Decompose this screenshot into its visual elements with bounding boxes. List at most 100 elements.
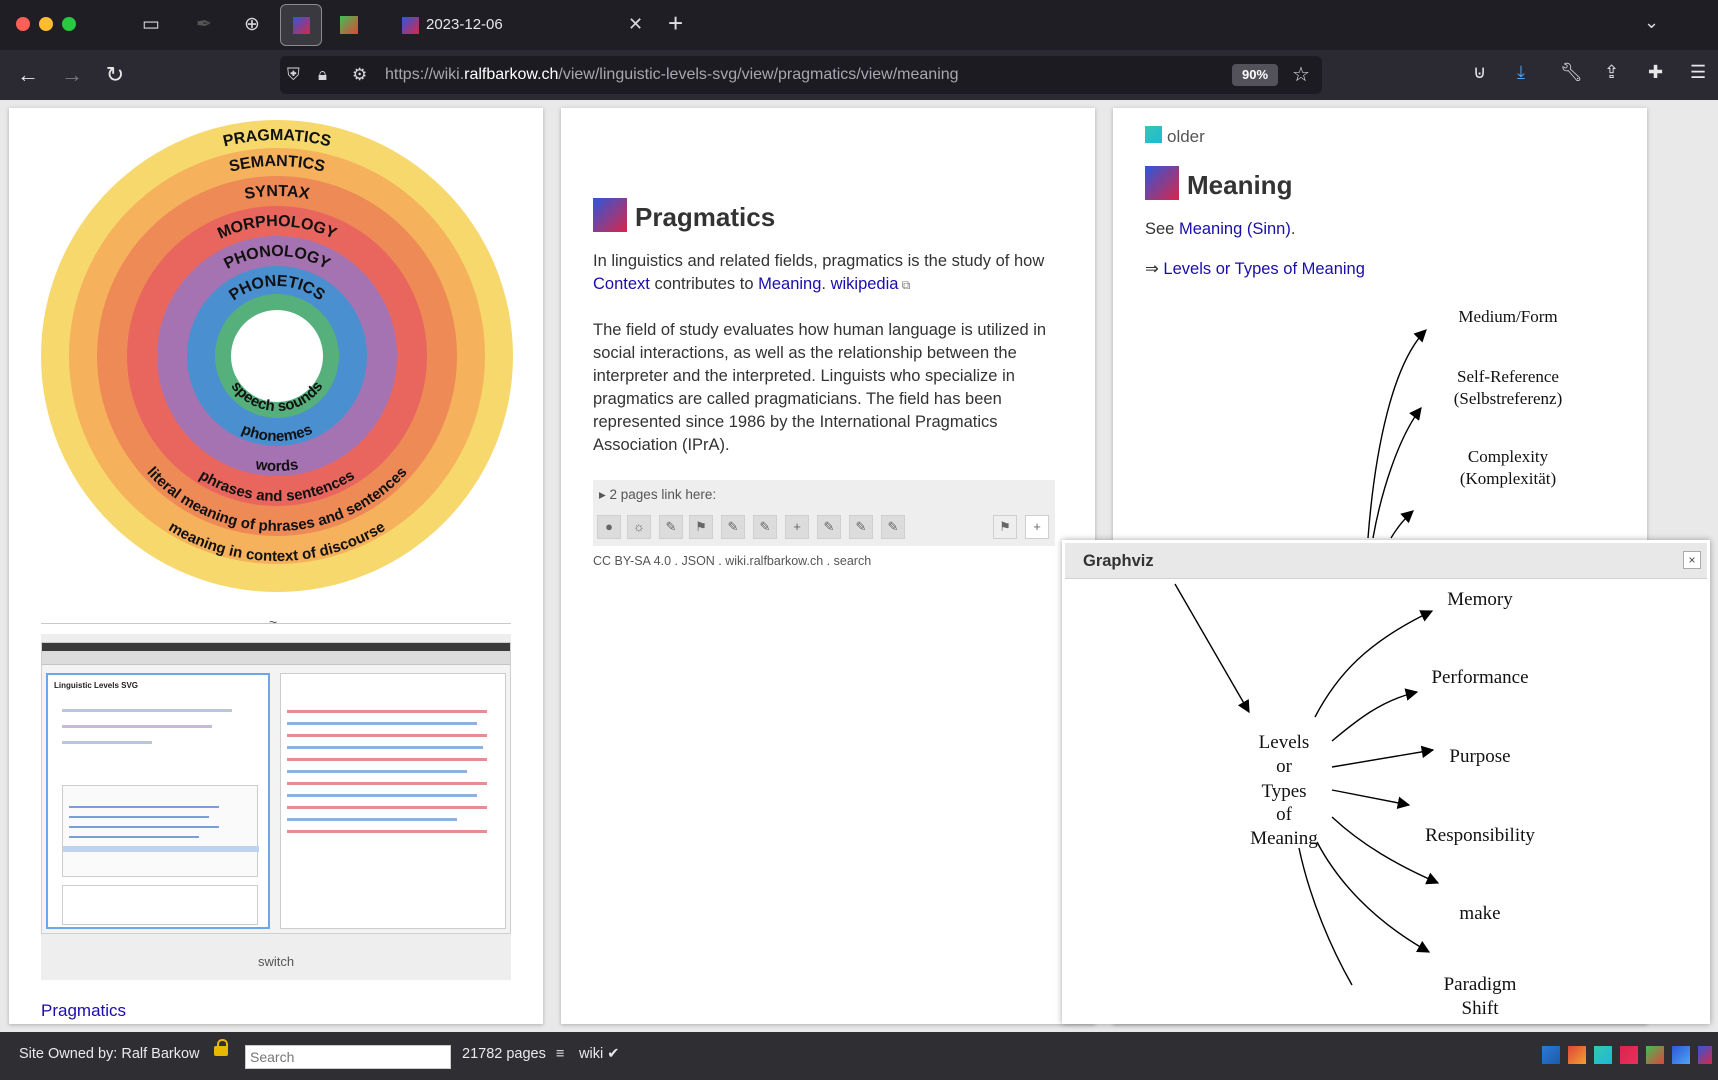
older-link[interactable]: older bbox=[1145, 126, 1205, 147]
pinned-tab-feather-icon[interactable]: ✒ bbox=[190, 11, 218, 39]
wrench-icon[interactable]: 🔧︎ bbox=[1560, 62, 1583, 83]
page-favicon-icon[interactable] bbox=[593, 198, 627, 232]
search-link[interactable]: search bbox=[834, 554, 872, 568]
meaning-link[interactable]: Meaning bbox=[758, 275, 821, 293]
edit-icon[interactable]: ✎ bbox=[849, 515, 873, 539]
edit-icon[interactable]: ✎ bbox=[721, 515, 745, 539]
page-title[interactable]: Meaning bbox=[1187, 170, 1292, 201]
wiki-origin-label[interactable]: wiki ✔ bbox=[579, 1046, 619, 1062]
site-link[interactable]: wiki.ralfbarkow.ch bbox=[725, 554, 823, 568]
edit-icon[interactable]: ✎ bbox=[817, 515, 841, 539]
page-linguistic-levels: PRAGMATICS SEMANTICS SYNTAX MORPHOLOGY P… bbox=[9, 108, 543, 1024]
neighbor-site-icon[interactable] bbox=[1568, 1046, 1586, 1064]
graph-node-center-line: Meaning bbox=[1250, 828, 1318, 849]
neighbor-site-icon[interactable] bbox=[1594, 1046, 1612, 1064]
graph-node-center-line: or bbox=[1276, 756, 1293, 777]
url-host: ralfbarkow.ch bbox=[464, 66, 559, 83]
json-link[interactable]: JSON bbox=[681, 554, 714, 568]
references-box: ▸ 2 pages link here: ● ☼ ✎ ⚑ ✎ ✎ + ✎ ✎ ✎… bbox=[593, 480, 1055, 546]
pocket-icon[interactable]: ⊍ bbox=[1473, 62, 1486, 83]
zoom-window-button[interactable] bbox=[62, 17, 76, 31]
lock-icon[interactable] bbox=[214, 1039, 228, 1056]
edit-icon[interactable]: ✎ bbox=[753, 515, 777, 539]
levels-paragraph: ⇒ Levels or Types of Meaning bbox=[1145, 258, 1615, 281]
graph-node-purpose: Purpose bbox=[1449, 746, 1510, 767]
page-pragmatics: Pragmatics In linguistics and related fi… bbox=[561, 108, 1095, 1024]
neighbor-site-icon[interactable] bbox=[1672, 1046, 1690, 1064]
shield-icon[interactable]: ⛨ bbox=[287, 65, 300, 85]
back-button[interactable]: ← bbox=[14, 61, 42, 89]
see-paragraph: See Meaning (Sinn). bbox=[1145, 218, 1615, 241]
add-factory-button[interactable]: + bbox=[1025, 515, 1049, 539]
extensions-icon[interactable]: ✚ bbox=[1648, 62, 1663, 83]
intro-text: In linguistics and related fields, pragm… bbox=[593, 252, 1045, 270]
url-text[interactable]: https://wiki.ralfbarkow.ch/view/linguist… bbox=[385, 66, 959, 84]
neighbor-site-icon[interactable] bbox=[1620, 1046, 1638, 1064]
page-favicon-icon[interactable] bbox=[1145, 166, 1179, 200]
screenshot-caption: switch bbox=[257, 954, 295, 969]
screenshot-image[interactable]: Linguistic Levels SVG bbox=[41, 642, 511, 934]
neighborhood-menu-icon[interactable]: ≡ bbox=[556, 1046, 564, 1062]
pinned-tab-globe-icon[interactable]: ⊕ bbox=[238, 11, 266, 39]
site-owner[interactable]: Site Owned by: Ralf Barkow bbox=[19, 1046, 200, 1062]
page-title[interactable]: Pragmatics bbox=[635, 202, 775, 233]
share-icon[interactable]: ⇪ bbox=[1604, 62, 1619, 83]
edit-icon[interactable]: ✎ bbox=[881, 515, 905, 539]
dialog-close-button[interactable]: × bbox=[1683, 551, 1701, 569]
fork-flag-icon[interactable]: ⚑ bbox=[993, 515, 1017, 539]
pragmatics-link[interactable]: Pragmatics bbox=[41, 1001, 126, 1021]
page-footer: CC BY-SA 4.0 . JSON . wiki.ralfbarkow.ch… bbox=[593, 554, 872, 568]
close-window-button[interactable] bbox=[16, 17, 30, 31]
graph-node-center-line: Levels bbox=[1259, 732, 1310, 753]
tab-title: 2023-12-06 bbox=[426, 16, 503, 33]
wiki-favicon-icon bbox=[402, 17, 419, 34]
graph-node-responsibility: Responsibility bbox=[1425, 825, 1535, 846]
pinned-tab-green[interactable] bbox=[340, 16, 358, 34]
forward-button[interactable]: → bbox=[58, 61, 86, 89]
meaning-graph: Medium/Form Self-Reference (Selbstrefere… bbox=[1367, 307, 1563, 539]
zoom-level-badge[interactable]: 90% bbox=[1232, 64, 1278, 86]
paragraph-intro: In linguistics and related fields, pragm… bbox=[593, 250, 1063, 297]
edit-icon[interactable]: ✎ bbox=[659, 515, 683, 539]
add-icon[interactable]: + bbox=[785, 515, 809, 539]
search-input[interactable] bbox=[245, 1045, 451, 1069]
menu-icon[interactable]: ☰ bbox=[1690, 62, 1706, 83]
context-link[interactable]: Context bbox=[593, 275, 650, 293]
pinned-tab-active[interactable] bbox=[280, 4, 322, 46]
intro-text: contributes to bbox=[649, 275, 759, 293]
graphviz-dialog: Graphviz × Levels or Types of Meaning Me… bbox=[1062, 540, 1710, 1024]
wikipedia-link[interactable]: wikipedia bbox=[831, 275, 899, 293]
reload-button[interactable]: ↻ bbox=[101, 61, 129, 89]
separator-tilde: ~ bbox=[269, 614, 278, 630]
license-link[interactable]: CC BY-SA 4.0 bbox=[593, 554, 671, 568]
neighbor-site-icon[interactable] bbox=[1542, 1046, 1560, 1064]
robot-icon[interactable]: ● bbox=[597, 515, 621, 539]
pages-link-here-toggle[interactable]: ▸ 2 pages link here: bbox=[599, 487, 716, 503]
tab-current[interactable]: 2023-12-06 ✕ bbox=[390, 6, 650, 44]
graph-node-self-reference-de: (Selbstreferenz) bbox=[1454, 389, 1563, 408]
list-tabs-chevron-icon[interactable]: ⌄ bbox=[1644, 12, 1659, 33]
graph-node-paradigm-shift: Shift bbox=[1462, 998, 1500, 1019]
new-tab-button[interactable]: + bbox=[668, 8, 683, 39]
permissions-icon[interactable]: ⚙ bbox=[352, 65, 367, 85]
neighbor-site-icon[interactable] bbox=[1646, 1046, 1664, 1064]
url-bar[interactable]: ⛨ 🔒︎ ⚙ https://wiki.ralfbarkow.ch/view/l… bbox=[280, 56, 1322, 94]
arrow-text: ⇒ bbox=[1145, 260, 1164, 278]
minimize-window-button[interactable] bbox=[39, 17, 53, 31]
graph-node-complexity-de: (Komplexität) bbox=[1460, 469, 1556, 488]
lock-icon[interactable]: 🔒︎ bbox=[318, 65, 327, 85]
tab-bar: ▭ ✒ ⊕ 2023-12-06 ✕ + ⌄ bbox=[0, 0, 1718, 50]
tab-close-icon[interactable]: ✕ bbox=[628, 14, 643, 35]
levels-of-meaning-link[interactable]: Levels or Types of Meaning bbox=[1163, 260, 1364, 278]
dialog-header[interactable]: Graphviz × bbox=[1065, 543, 1707, 579]
meaning-sinn-link[interactable]: Meaning (Sinn) bbox=[1179, 220, 1291, 238]
tab-overview-icon[interactable]: ▭ bbox=[137, 11, 165, 39]
downloads-icon[interactable]: ⤓ bbox=[1517, 62, 1525, 83]
neighbor-site-icon[interactable] bbox=[1698, 1046, 1712, 1064]
graph-node-paradigm-shift: Paradigm bbox=[1444, 974, 1517, 995]
wiki-status-bar: Site Owned by: Ralf Barkow 21782 pages ≡… bbox=[0, 1032, 1718, 1080]
bookmark-star-icon[interactable]: ☆ bbox=[1292, 62, 1310, 87]
sun-icon[interactable]: ☼ bbox=[627, 515, 651, 539]
nav-bar: ← → ↻ ⛨ 🔒︎ ⚙ https://wiki.ralfbarkow.ch/… bbox=[0, 50, 1718, 100]
flag-icon[interactable]: ⚑ bbox=[689, 515, 713, 539]
